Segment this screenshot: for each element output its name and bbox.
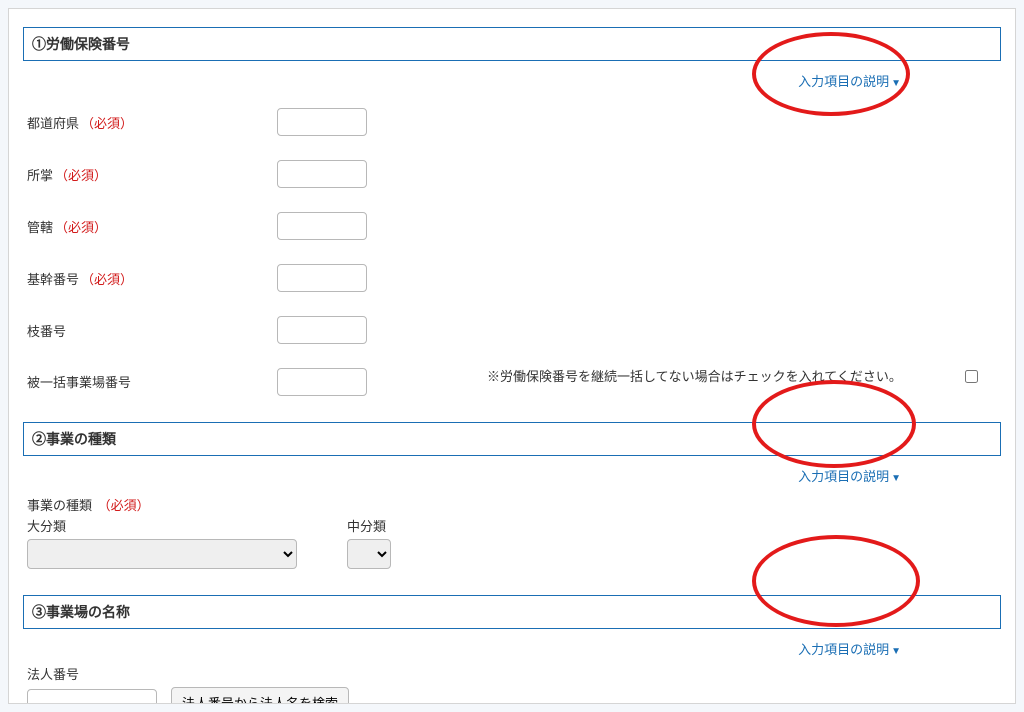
required-mark: （必須）: [98, 498, 150, 513]
section1-help-link[interactable]: 入力項目の説明▼: [798, 74, 901, 89]
section2-title: ②事業の種類: [32, 431, 116, 447]
section3-help-link[interactable]: 入力項目の説明▼: [798, 642, 901, 657]
section2-help-link[interactable]: 入力項目の説明▼: [798, 469, 901, 484]
section1-title: ①労働保険番号: [32, 36, 130, 52]
label-jurisdiction-office: 管轄: [27, 217, 53, 236]
form-scroll-area[interactable]: ①労働保険番号 入力項目の説明▼ 都道府県 （必須） 所掌 （必須） 管轄: [8, 8, 1016, 704]
label-jurisdiction: 所掌: [27, 165, 53, 184]
required-mark: （必須）: [55, 217, 107, 236]
chevron-down-icon: ▼: [891, 473, 901, 484]
input-corp-number[interactable]: [27, 689, 157, 705]
required-mark: （必須）: [81, 269, 133, 288]
input-jurisdiction[interactable]: [277, 160, 367, 188]
input-jurisdiction-office[interactable]: [277, 212, 367, 240]
chevron-down-icon: ▼: [891, 646, 901, 657]
label-corp-number: 法人番号: [27, 667, 79, 682]
grouped-number-note: ※労働保険番号を継続一括してない場合はチェックを入れてください。: [487, 368, 935, 387]
section1-header: ①労働保険番号: [23, 27, 1001, 61]
label-prefecture: 都道府県: [27, 113, 79, 132]
row-jurisdiction: 所掌 （必須）: [23, 148, 1001, 200]
label-major-category: 大分類: [27, 516, 297, 535]
section3-title: ③事業場の名称: [32, 604, 130, 620]
section3-header: ③事業場の名称: [23, 595, 1001, 629]
select-middle-category[interactable]: [347, 539, 391, 569]
label-middle-category: 中分類: [347, 516, 391, 535]
input-base-number[interactable]: [277, 264, 367, 292]
required-mark: （必須）: [55, 165, 107, 184]
label-grouped-number: 被一括事業場番号: [27, 372, 131, 391]
input-prefecture[interactable]: [277, 108, 367, 136]
row-jurisdiction-office: 管轄 （必須）: [23, 200, 1001, 252]
input-grouped-number[interactable]: [277, 368, 367, 396]
row-grouped-number: 被一括事業場番号 ※労働保険番号を継続一括してない場合はチェックを入れてください…: [23, 356, 1001, 408]
section2-header: ②事業の種類: [23, 422, 1001, 456]
row-prefecture: 都道府県 （必須）: [23, 96, 1001, 148]
required-mark: （必須）: [81, 113, 133, 132]
search-by-number-button[interactable]: 法人番号から法人名を検索: [171, 687, 349, 704]
row-branch-number: 枝番号: [23, 304, 1001, 356]
label-base-number: 基幹番号: [27, 269, 79, 288]
label-branch-number: 枝番号: [27, 321, 66, 340]
grouped-number-checkbox[interactable]: [965, 370, 978, 383]
row-base-number: 基幹番号 （必須）: [23, 252, 1001, 304]
input-branch-number[interactable]: [277, 316, 367, 344]
chevron-down-icon: ▼: [891, 78, 901, 89]
select-major-category[interactable]: [27, 539, 297, 569]
label-business-type: 事業の種類: [27, 498, 92, 513]
